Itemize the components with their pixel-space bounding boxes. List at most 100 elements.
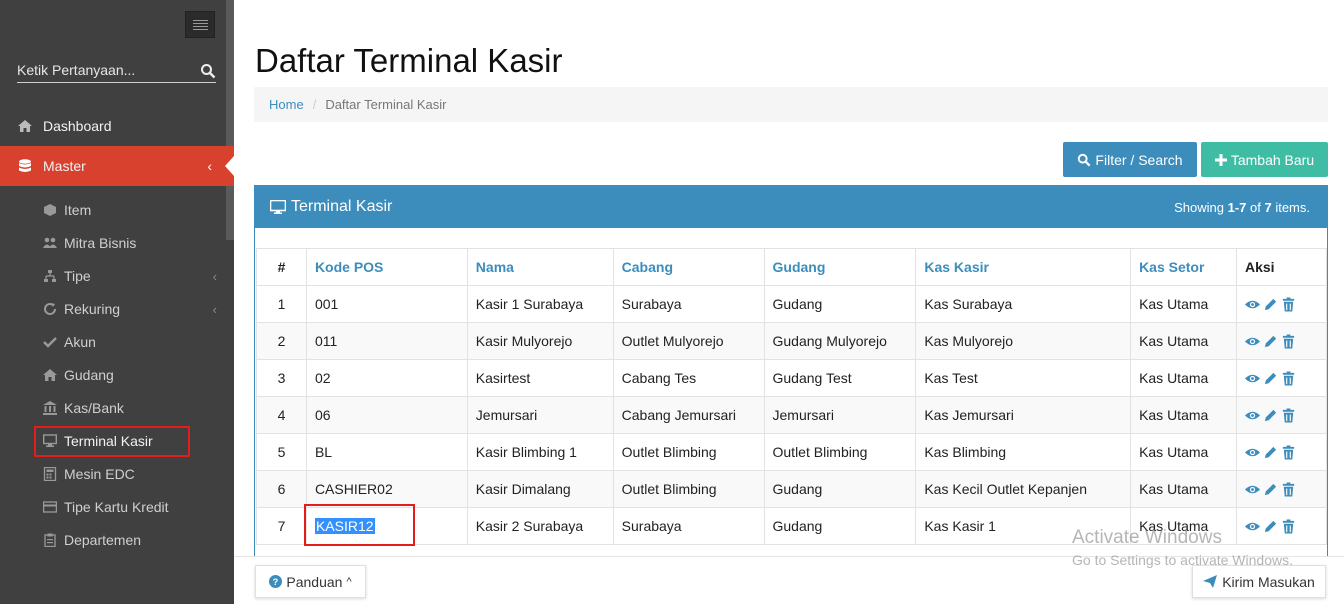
- table-cell: Surabaya: [612, 507, 765, 545]
- sidebar-item-label: Item: [64, 202, 92, 218]
- search-input[interactable]: [17, 60, 192, 80]
- sidebar-item-label: Mesin EDC: [64, 466, 135, 482]
- table-cell: 02: [305, 359, 468, 397]
- actions-cell: [1235, 433, 1328, 471]
- showing-summary: Showing 1-7 of 7 items.: [1174, 200, 1310, 215]
- trash-icon[interactable]: [1281, 518, 1296, 534]
- actions-cell: [1235, 322, 1328, 360]
- table-cell: 06: [305, 396, 468, 434]
- breadcrumb-separator: /: [312, 97, 317, 112]
- table-cell: 011: [305, 322, 468, 360]
- terminal-kasir-panel: Terminal Kasir Showing 1-7 of 7 items. #…: [254, 185, 1328, 565]
- table-cell: Kasir Dimalang: [466, 470, 614, 508]
- table-cell: Kas Utama: [1130, 433, 1237, 471]
- watermark-title: Activate Windows: [1072, 527, 1222, 548]
- table-cell: Outlet Blimbing: [612, 433, 765, 471]
- actions-cell: [1235, 507, 1328, 545]
- pencil-icon[interactable]: [1263, 445, 1278, 460]
- clipboard-icon: [44, 533, 56, 547]
- search-icon[interactable]: [200, 63, 216, 79]
- sidebar-item-label: Master: [43, 158, 86, 174]
- column-header[interactable]: Kas Setor: [1130, 248, 1237, 286]
- table-cell: Kasir Blimbing 1: [466, 433, 614, 471]
- pencil-icon[interactable]: [1263, 408, 1278, 423]
- table-cell: 3: [256, 359, 307, 397]
- eye-icon[interactable]: [1244, 408, 1260, 423]
- sidebar-item-mitra-bisnis[interactable]: Mitra Bisnis: [43, 231, 223, 255]
- sidebar-item-akun[interactable]: Akun: [43, 330, 223, 354]
- plus-icon: [1214, 153, 1227, 166]
- table-row: 3 02 Kasirtest Cabang Tes Gudang Test Kas Tes…: [256, 359, 1328, 397]
- table-cell: Outlet Blimbing: [763, 433, 917, 471]
- pencil-icon[interactable]: [1263, 482, 1278, 497]
- trash-icon[interactable]: [1281, 296, 1296, 312]
- sidebar-item-gudang[interactable]: Gudang: [43, 363, 223, 387]
- column-header[interactable]: Kas Kasir: [915, 248, 1132, 286]
- send-icon: [1203, 575, 1218, 588]
- breadcrumb-current: Daftar Terminal Kasir: [325, 97, 447, 112]
- menu-toggle-icon[interactable]: [185, 11, 215, 38]
- chevron-left-icon: ‹: [207, 158, 212, 174]
- table-cell: Kas Mulyorejo: [915, 322, 1132, 360]
- table-row: 4 06 Jemursari Cabang Jemursari Jemursari Kas…: [256, 396, 1328, 434]
- filter-search-button[interactable]: Filter / Search: [1063, 142, 1197, 177]
- sidebar-item-label: Mitra Bisnis: [64, 235, 137, 251]
- trash-icon[interactable]: [1281, 444, 1296, 460]
- trash-icon[interactable]: [1281, 333, 1296, 349]
- trash-icon[interactable]: [1281, 481, 1296, 497]
- table-cell: Kas Utama: [1130, 396, 1237, 434]
- eye-icon[interactable]: [1244, 371, 1260, 386]
- table-cell: CASHIER02: [305, 470, 468, 508]
- table-row: 2 011 Kasir Mulyorejo Outlet Mulyorejo Gudan…: [256, 322, 1328, 360]
- check-icon: [43, 337, 57, 348]
- eye-icon[interactable]: [1244, 445, 1260, 460]
- filter-search-label: Filter / Search: [1095, 151, 1183, 168]
- kirim-masukan-button[interactable]: Kirim Masukan: [1192, 565, 1326, 598]
- table-cell: Kasir 2 Surabaya: [466, 507, 614, 545]
- trash-icon[interactable]: [1281, 407, 1296, 423]
- database-icon: [19, 159, 31, 172]
- eye-icon[interactable]: [1244, 334, 1260, 349]
- eye-icon[interactable]: [1244, 297, 1260, 312]
- table-cell: Gudang: [763, 285, 917, 323]
- sidebar-item-dashboard[interactable]: Dashboard: [0, 106, 234, 146]
- column-header[interactable]: Nama: [466, 248, 614, 286]
- table-cell: Gudang: [763, 507, 917, 545]
- terminal-table: # Kode POS Nama Cabang Gudang Kas Kasir Kas Se…: [256, 248, 1328, 545]
- pencil-icon[interactable]: [1263, 334, 1278, 349]
- cube-icon: [44, 204, 56, 216]
- trash-icon[interactable]: [1281, 370, 1296, 386]
- table-cell: Kas Kecil Outlet Kepanjen: [915, 470, 1132, 508]
- table-cell: 6: [256, 470, 307, 508]
- column-header[interactable]: Cabang: [612, 248, 765, 286]
- panduan-button[interactable]: ? Panduan ^: [255, 565, 366, 598]
- highlight-annotation: [304, 504, 415, 546]
- column-header[interactable]: Kode POS: [305, 248, 468, 286]
- chevron-up-icon: ^: [346, 575, 352, 588]
- sidebar-item-label: Akun: [64, 334, 96, 350]
- column-header[interactable]: Gudang: [763, 248, 917, 286]
- sidebar-item-rekuring[interactable]: Rekuring ‹: [43, 297, 223, 321]
- table-cell: BL: [305, 433, 468, 471]
- svg-text:?: ?: [273, 577, 279, 587]
- pencil-icon[interactable]: [1263, 371, 1278, 386]
- eye-icon[interactable]: [1244, 519, 1260, 534]
- sidebar-item-kas-bank[interactable]: Kas/Bank: [43, 396, 223, 420]
- sidebar-item-item[interactable]: Item: [43, 198, 223, 222]
- sidebar-item-tipe-kartu-kredit[interactable]: Tipe Kartu Kredit: [43, 495, 223, 519]
- add-new-button[interactable]: Tambah Baru: [1201, 142, 1328, 177]
- sidebar-item-mesin-edc[interactable]: Mesin EDC: [43, 462, 223, 486]
- question-icon: ?: [269, 575, 283, 588]
- pencil-icon[interactable]: [1263, 519, 1278, 534]
- table-cell: Outlet Blimbing: [612, 470, 765, 508]
- table-cell: Surabaya: [612, 285, 765, 323]
- eye-icon[interactable]: [1244, 482, 1260, 497]
- sidebar-item-master[interactable]: Master ‹: [0, 146, 234, 186]
- sidebar-item-departemen[interactable]: Departemen: [43, 528, 223, 552]
- table-cell: Kas Utama: [1130, 470, 1237, 508]
- breadcrumb-home-link[interactable]: Home: [269, 97, 304, 112]
- pencil-icon[interactable]: [1263, 297, 1278, 312]
- table-cell: Kas Test: [915, 359, 1132, 397]
- sidebar-item-tipe[interactable]: Tipe ‹: [43, 264, 223, 288]
- table-cell: 7: [256, 507, 307, 545]
